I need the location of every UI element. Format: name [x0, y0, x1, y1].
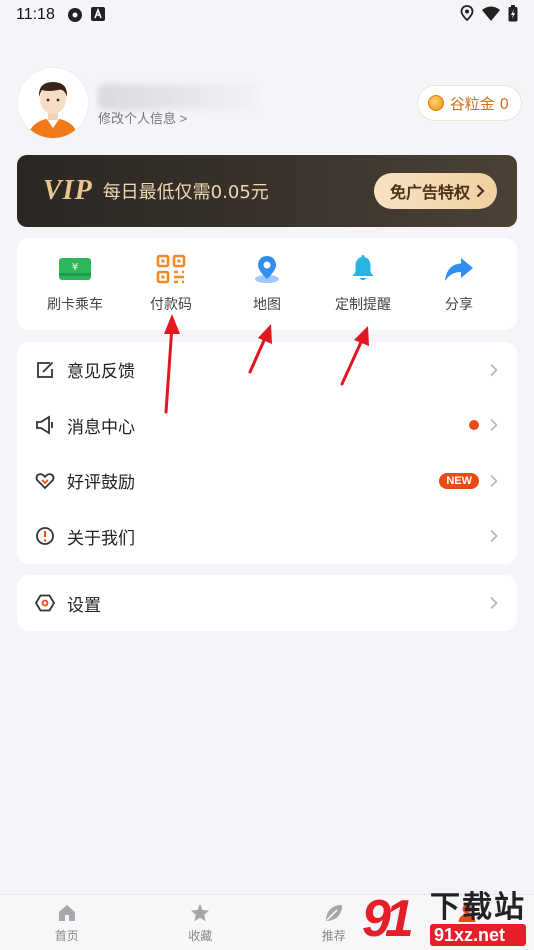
wifi-icon — [482, 6, 500, 25]
user-name-redacted — [98, 84, 258, 110]
bell-icon — [346, 254, 380, 284]
nav-label: 首页 — [54, 928, 79, 943]
status-right-icons — [460, 4, 518, 26]
share-icon — [442, 254, 476, 284]
nav-label: 收藏 — [188, 928, 213, 943]
coin-icon — [427, 95, 444, 111]
status-bar: 11:18 — [0, 0, 534, 30]
coin-balance-button[interactable]: 谷粒金 0 — [416, 85, 522, 121]
home-icon — [58, 904, 75, 921]
a-badge-icon — [90, 7, 107, 23]
watermark-url: 91xz.net — [430, 924, 526, 946]
map-pin-icon — [250, 254, 284, 284]
chevron-right-icon — [476, 184, 485, 198]
ad-free-button[interactable]: 免广告特权 — [373, 173, 497, 209]
menu-item-label: 意见反馈 — [67, 362, 135, 383]
new-badge: NEW — [439, 472, 479, 489]
menu-item-settings[interactable]: 设置 — [17, 575, 517, 631]
chevron-right-icon — [490, 530, 498, 543]
nav-tab-home[interactable]: 首页 — [0, 895, 134, 950]
vip-banner[interactable]: VIP 每日最低仅需0.05元 免广告特权 — [17, 155, 517, 227]
quick-actions-card: ¥ 刷卡乘车 付款码 地图 定制提醒 分享 — [17, 238, 517, 330]
menu-item-about[interactable]: 关于我们 — [17, 509, 517, 565]
annotation-arrow-payment — [164, 314, 180, 414]
profile-header: 修改个人信息 > 谷粒金 0 — [18, 68, 522, 138]
quick-action-label: 刷卡乘车 — [47, 297, 103, 313]
edit-profile-link[interactable]: 修改个人信息 > — [98, 108, 187, 127]
chevron-right-icon — [490, 596, 498, 610]
info-icon — [35, 526, 55, 546]
location-icon — [460, 5, 474, 25]
watermark: 91 下载站 91xz.net — [362, 888, 532, 950]
menu-item-label: 消息中心 — [67, 417, 135, 438]
watermark-title: 下载站 — [430, 890, 526, 925]
status-time: 11:18 — [16, 6, 55, 23]
quick-action-card-ride[interactable]: ¥ 刷卡乘车 — [27, 238, 123, 330]
chevron-right-icon — [490, 419, 498, 432]
settings-cog-icon — [67, 7, 83, 23]
vip-promo-text: 每日最低仅需0.05元 — [102, 182, 269, 203]
settings-card: 设置 — [17, 575, 517, 631]
leaf-icon — [325, 904, 342, 921]
vip-badge: VIP — [43, 175, 93, 206]
speaker-icon — [35, 415, 55, 435]
menu-item-messages[interactable]: 消息中心 — [17, 398, 517, 454]
quick-action-label: 定制提醒 — [335, 297, 391, 313]
watermark-text: 下载站 91xz.net — [430, 892, 526, 946]
settings-label: 设置 — [67, 595, 101, 616]
menu-item-label: 好评鼓励 — [67, 473, 135, 494]
chevron-right-icon — [490, 474, 498, 487]
svg-text:¥: ¥ — [72, 262, 78, 273]
annotation-arrow-map — [248, 324, 272, 374]
coin-label: 谷粒金 0 — [449, 94, 509, 113]
card-ride-icon: ¥ — [58, 254, 92, 284]
hexagon-settings-icon — [35, 593, 55, 613]
nav-tab-favorites[interactable]: 收藏 — [134, 895, 268, 950]
avatar[interactable] — [18, 68, 88, 138]
nav-label: 推荐 — [321, 928, 346, 943]
unread-dot — [469, 420, 479, 431]
qr-code-icon — [154, 254, 188, 284]
star-icon — [191, 903, 210, 921]
ad-free-label: 免广告特权 — [389, 183, 470, 202]
menu-item-label: 关于我们 — [67, 528, 135, 549]
quick-action-label: 分享 — [445, 297, 473, 313]
battery-icon — [508, 4, 518, 26]
quick-action-share[interactable]: 分享 — [411, 238, 507, 330]
quick-action-label: 地图 — [253, 297, 281, 313]
annotation-arrow-reminder — [340, 326, 369, 386]
edit-icon — [35, 360, 55, 380]
watermark-logo: 91 — [362, 890, 414, 948]
quick-action-map[interactable]: 地图 — [219, 238, 315, 330]
menu-item-rate[interactable]: 好评鼓励 NEW — [17, 453, 517, 509]
quick-action-reminder[interactable]: 定制提醒 — [315, 238, 411, 330]
chevron-right-icon — [490, 363, 498, 376]
heart-icon — [35, 471, 55, 491]
